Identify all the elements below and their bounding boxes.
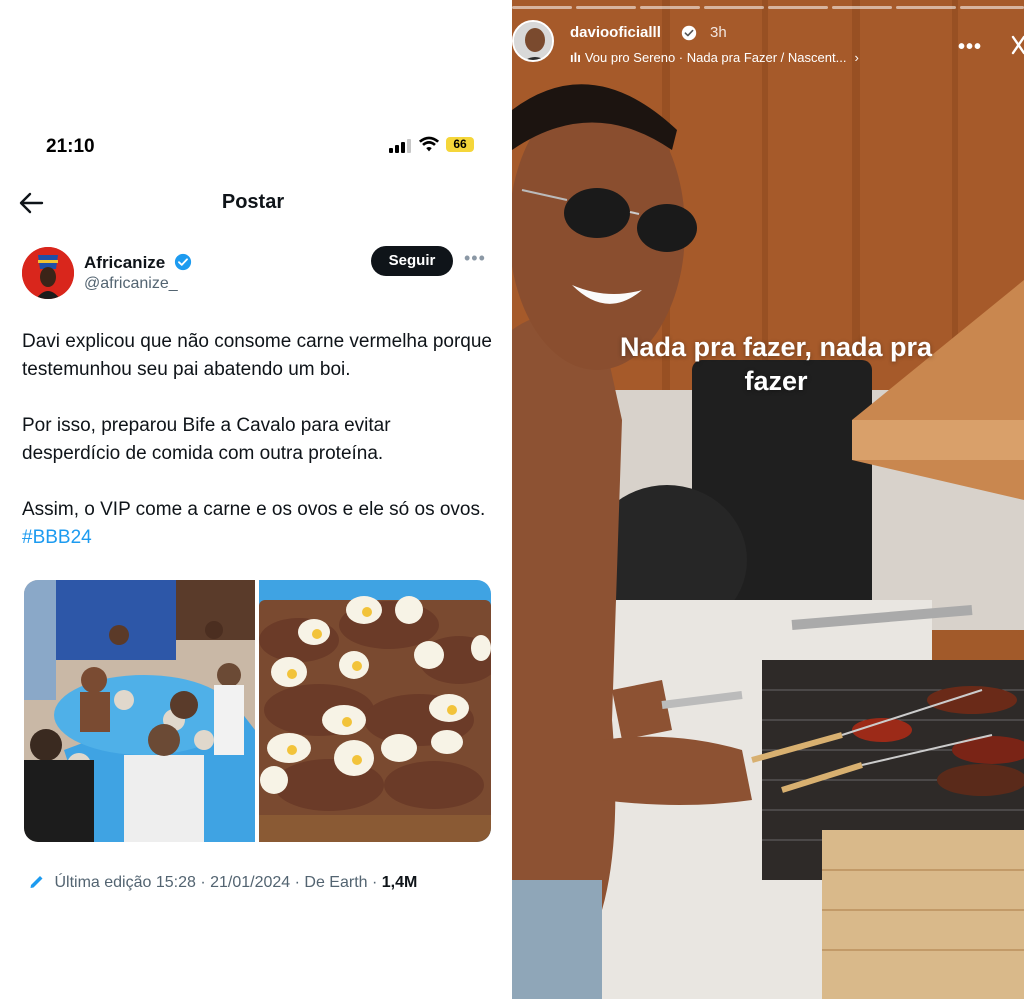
author-name[interactable]: Africanize [84,253,165,273]
edit-pencil-icon [30,876,43,888]
tweet-source: De Earth [304,874,368,891]
more-options-icon[interactable]: ••• [464,248,486,269]
media-photo-steak-and-eggs[interactable] [259,580,491,842]
tweet-meta: Última edição 15:28 · 21/01/2024 · De Ea… [28,872,417,892]
meta-separator: · [294,874,305,891]
story-username[interactable]: daviooficialll [570,24,661,41]
page-title: Postar [221,191,285,213]
media-photo-dinner-table[interactable] [24,580,255,842]
tweet-paragraph-text: Assim, o VIP come a carne e os ovos e el… [22,499,486,520]
tweet-paragraph: Por isso, preparou Bife a Cavalo para ev… [22,415,391,464]
author-avatar[interactable] [22,247,74,299]
verified-badge-icon [681,25,697,41]
story-photo [512,0,1024,999]
verified-badge-icon [174,253,192,271]
story-music[interactable]: ılı Vou pro Sereno · Nada pra Fazer / Nas… [570,50,859,65]
tweet-paragraph: Davi explicou que não consome carne verm… [22,331,492,380]
story-progress-bar [512,6,1024,9]
battery-indicator: 66 [446,137,474,152]
tweet-media[interactable] [24,580,491,842]
chevron-right-icon: › [854,50,859,65]
meta-separator: · [372,874,382,891]
wifi-icon [418,136,440,152]
edit-timestamp[interactable]: Última edição 15:28 · 21/01/2024 [54,874,290,891]
author-handle[interactable]: @africanize_ [84,275,178,293]
close-icon[interactable] [1010,34,1024,56]
view-count: 1,4M [381,874,418,891]
story-avatar[interactable] [512,20,554,62]
tweet-paragraph: Assim, o VIP come a carne e os ovos e el… [22,496,492,552]
music-title: Vou pro Sereno · Nada pra Fazer / Nascen… [584,50,847,65]
status-time: 21:10 [46,136,95,157]
cellular-signal-icon [389,139,411,153]
story-more-options-icon[interactable]: ••• [958,36,982,59]
music-bars-icon: ılı [570,50,581,65]
tweet-body: Davi explicou que não consome carne verm… [22,328,492,552]
hashtag-link[interactable]: #BBB24 [22,527,92,548]
story-caption: Nada pra fazer, nada pra fazer [619,332,933,396]
tweet-panel: 21:10 66 Postar Africanize @africanize_ … [0,0,506,999]
follow-button[interactable]: Seguir [371,246,453,276]
story-panel: daviooficialll 3h ılı Vou pro Sereno · Na… [512,0,1024,999]
story-time: 3h [710,24,727,41]
nefertiti-logo-icon [22,247,74,299]
